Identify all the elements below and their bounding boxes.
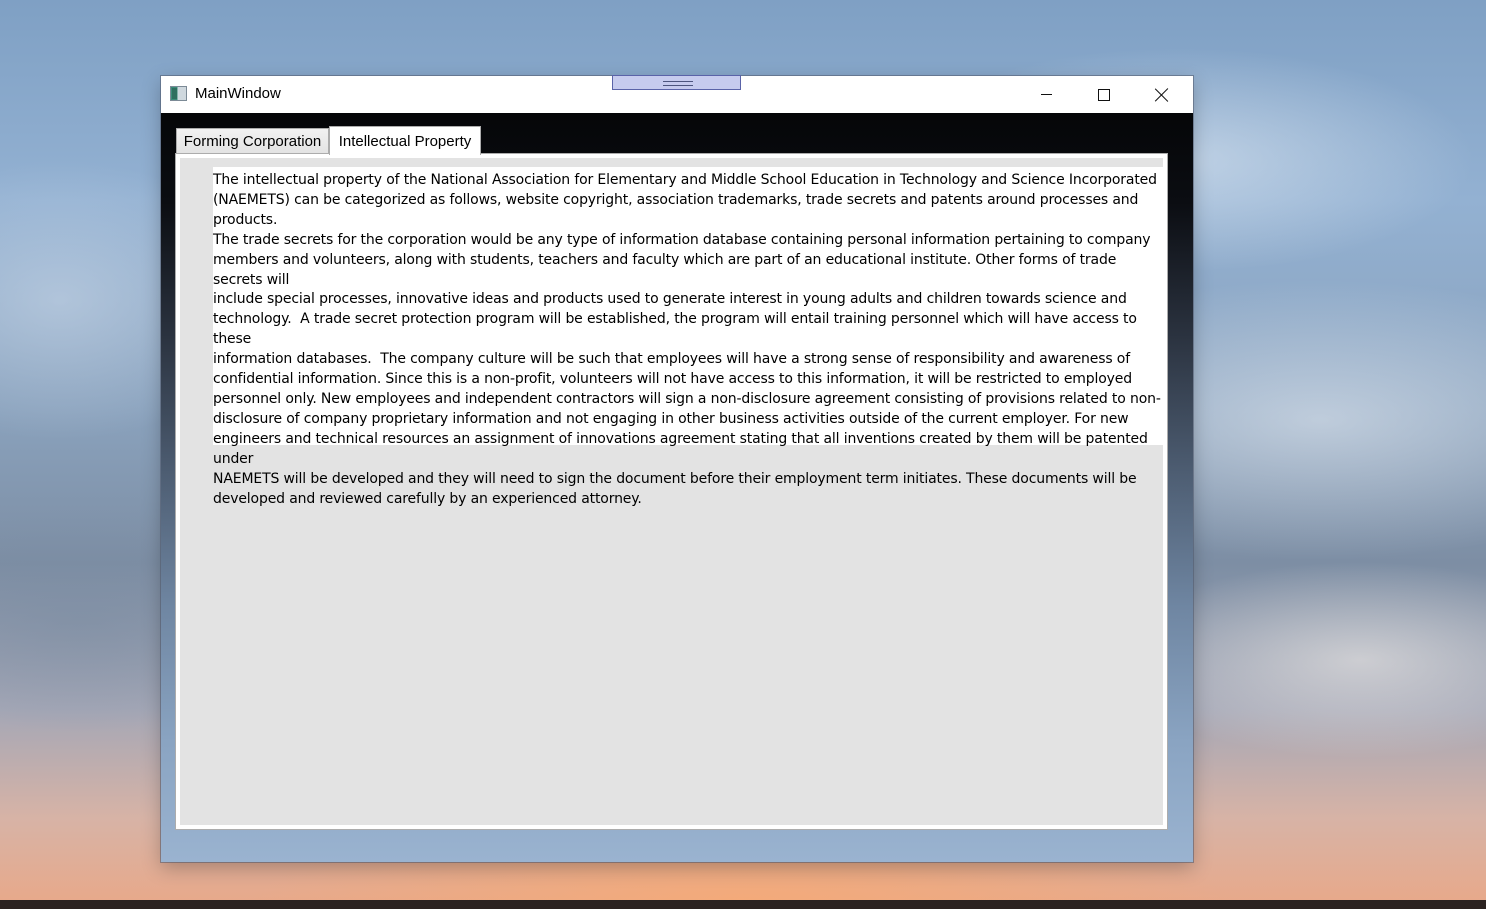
text-line: developed and reviewed carefully by an e… bbox=[213, 490, 642, 507]
minimize-icon bbox=[1040, 94, 1052, 95]
drag-handle[interactable] bbox=[612, 75, 741, 90]
text-line: engineers and technical resources an ass… bbox=[213, 430, 1153, 467]
text-line: personnel only. New employees and indepe… bbox=[213, 390, 1161, 407]
intellectual-property-text[interactable]: The intellectual property of the Nationa… bbox=[213, 167, 1163, 507]
text-line: information databases. The company cultu… bbox=[213, 351, 1130, 368]
tab-panel: The intellectual property of the Nationa… bbox=[175, 153, 1168, 830]
text-line: The trade secrets for the corporation wo… bbox=[213, 231, 1151, 248]
close-button[interactable] bbox=[1133, 76, 1191, 113]
text-line: NAEMETS will be developed and they will … bbox=[213, 470, 1137, 487]
text-line: disclosure of company proprietary inform… bbox=[213, 410, 1129, 427]
tab-intellectual-property[interactable]: Intellectual Property bbox=[329, 126, 481, 155]
text-line: include special processes, innovative id… bbox=[213, 291, 1127, 308]
panel-content-area: The intellectual property of the Nationa… bbox=[180, 158, 1163, 825]
title-bar[interactable]: MainWindow bbox=[161, 75, 1193, 113]
close-icon bbox=[1155, 88, 1169, 102]
main-window: MainWindow Forming Corporation Intellect… bbox=[161, 75, 1193, 862]
grip-lines-icon bbox=[663, 81, 693, 86]
maximize-button[interactable] bbox=[1075, 76, 1133, 113]
text-line: (NAEMETS) can be categorized as follows,… bbox=[213, 191, 1143, 228]
text-line: technology. A trade secret protection pr… bbox=[213, 311, 1142, 348]
tab-forming-corporation[interactable]: Forming Corporation bbox=[176, 128, 329, 153]
minimize-button[interactable] bbox=[1017, 76, 1075, 113]
app-window-icon bbox=[170, 86, 187, 101]
text-line: The intellectual property of the Nationa… bbox=[213, 172, 1157, 188]
text-line: members and volunteers, along with stude… bbox=[213, 251, 1121, 288]
text-line: confidential information. Since this is … bbox=[213, 371, 1133, 388]
window-title: MainWindow bbox=[195, 85, 281, 102]
desktop-horizon bbox=[0, 900, 1486, 909]
window-client-area: Forming Corporation Intellectual Propert… bbox=[161, 113, 1193, 862]
maximize-icon bbox=[1098, 88, 1110, 101]
